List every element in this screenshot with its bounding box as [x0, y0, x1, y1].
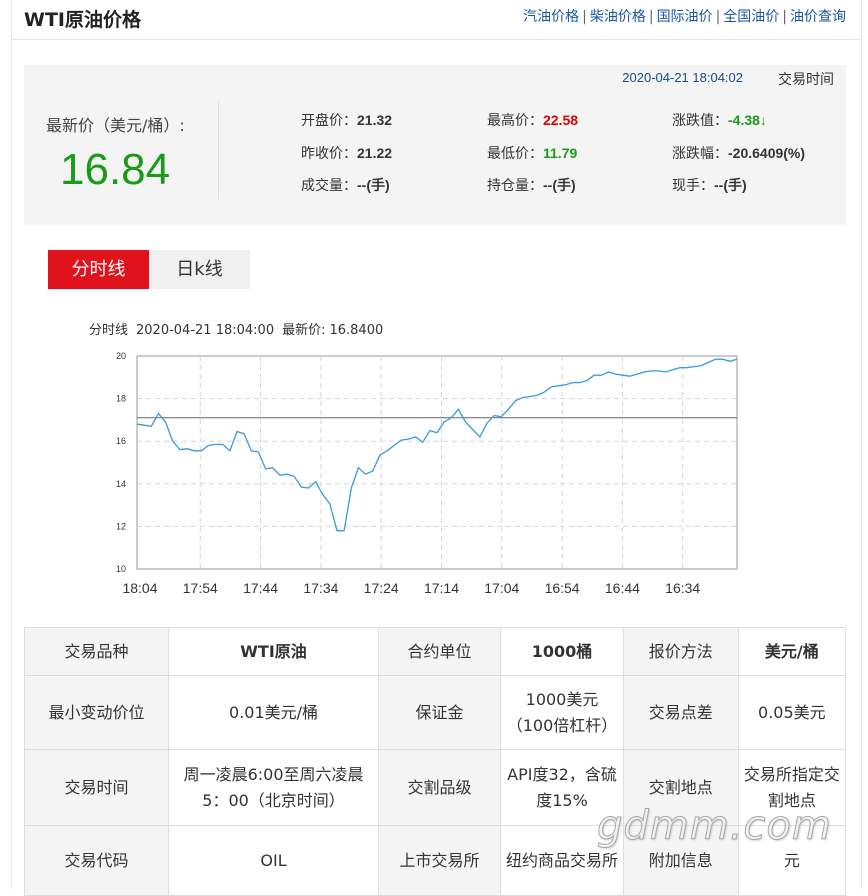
table-row: 交易品种 WTI原油 合约单位 1000桶 报价方法 美元/桶: [23, 627, 847, 676]
table-header-cell: 交易时间: [23, 749, 170, 826]
contract-info-table: 交易品种 WTI原油 合约单位 1000桶 报价方法 美元/桶 最小变动价位 0.01美元/桶…: [23, 627, 847, 896]
y-tick-label: 18: [116, 394, 126, 404]
x-tick-label: 17:44: [243, 580, 278, 596]
watermark: gdmm.com: [597, 803, 832, 850]
table-header-cell: 交易品种: [23, 627, 170, 676]
table-header-cell: 交易代码: [23, 825, 170, 896]
table-header-cell: 最小变动价位: [23, 675, 170, 750]
price-chart: 18:04 17:54 17:44 17:34 17:24 17:14 17:04 16:54…: [116, 351, 738, 596]
x-tick-label: 17:14: [424, 580, 459, 596]
y-tick-label: 12: [116, 521, 126, 531]
table-value-cell: WTI原油: [168, 627, 379, 676]
y-tick-label: 10: [116, 564, 126, 574]
x-tick-label: 16:44: [605, 580, 640, 596]
table-header-cell: 交易点差: [622, 675, 739, 750]
x-tick-label: 17:34: [303, 580, 338, 596]
x-tick-label: 18:04: [122, 580, 157, 596]
table-header-cell: 上市交易所: [377, 825, 502, 896]
x-tick-label: 16:54: [545, 580, 580, 596]
y-tick-label: 20: [116, 351, 126, 361]
x-tick-label: 17:24: [364, 580, 399, 596]
x-tick-label: 17:04: [484, 580, 519, 596]
y-tick-label: 14: [116, 479, 126, 489]
table-value-cell: 美元/桶: [737, 627, 847, 676]
table-row: 最小变动价位 0.01美元/桶 保证金 1000美元（100倍杠杆） 交易点差 0.05美…: [23, 675, 847, 750]
table-value-cell: 1000桶: [500, 627, 624, 676]
table-value-cell: OIL: [168, 825, 379, 896]
table-header-cell: 保证金: [377, 675, 502, 750]
x-tick-label: 17:54: [183, 580, 218, 596]
x-tick-label: 16:34: [665, 580, 700, 596]
table-value-cell: 0.05美元: [737, 675, 847, 750]
table-header-cell: 报价方法: [622, 627, 739, 676]
table-header-cell: 合约单位: [377, 627, 502, 676]
y-tick-label: 16: [116, 436, 126, 446]
table-header-cell: 交割品级: [377, 749, 502, 826]
chart-plot-frame: [136, 355, 738, 570]
table-value-cell: 0.01美元/桶: [168, 675, 379, 750]
table-value-cell: 周一凌晨6:00至周六凌晨5：00（北京时间）: [168, 749, 379, 826]
table-value-cell: 1000美元（100倍杠杆）: [500, 675, 624, 750]
